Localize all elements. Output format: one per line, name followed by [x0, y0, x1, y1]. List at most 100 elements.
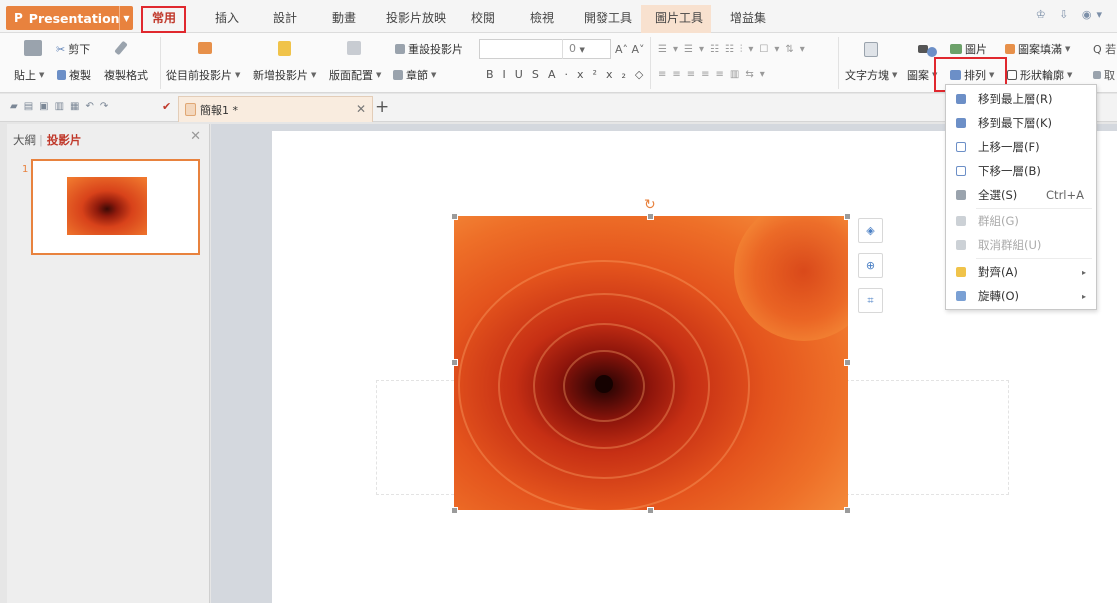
text-box-icon[interactable]	[864, 42, 878, 57]
flower-image[interactable]	[454, 216, 848, 510]
tab-animation[interactable]: 動畫	[332, 9, 356, 26]
tab-insert[interactable]: 插入	[215, 9, 239, 26]
menu-item-send-backward[interactable]: 下移一層(B)	[946, 159, 1096, 183]
format-painter-icon[interactable]	[114, 40, 128, 56]
menu-item-bring-to-front[interactable]: 移到最上層(R)	[946, 87, 1096, 111]
tab-developer[interactable]: 開發工具	[584, 9, 632, 26]
paragraph-align-icons[interactable]: ≡≡≡≡≡▥⇆▾	[658, 69, 771, 80]
section-icon	[393, 70, 403, 80]
zoom-icon[interactable]: ⊕	[858, 253, 883, 278]
paste-icon[interactable]	[24, 40, 42, 56]
tab-slides[interactable]: 投影片	[47, 133, 82, 147]
font-size-input[interactable]: 0 ▼	[562, 39, 610, 59]
menu-item-align[interactable]: 對齊(A) ▸	[946, 260, 1096, 284]
chevron-down-icon: ▼	[235, 71, 241, 79]
presentation-icon: P	[14, 11, 23, 25]
resize-handle-n[interactable]	[647, 213, 654, 220]
tab-slideshow[interactable]: 投影片放映	[386, 9, 446, 26]
paste-label: 貼上	[14, 69, 36, 82]
shape-icon[interactable]	[918, 40, 937, 57]
layers-icon[interactable]: ◈	[858, 218, 883, 243]
menu-item-label: 上移一層(F)	[978, 140, 1040, 154]
from-current-slide-icon[interactable]	[198, 42, 212, 54]
resize-handle-ne[interactable]	[844, 213, 851, 220]
shape-fill-label: 圖案填滿	[1018, 43, 1062, 56]
from-current-slide-button[interactable]: 從目前投影片 ▼	[166, 67, 240, 83]
new-slide-button[interactable]: 新增投影片 ▼	[253, 67, 316, 83]
picture-button[interactable]: 圖片	[950, 41, 987, 57]
chevron-down-icon[interactable]: ▼	[119, 6, 133, 30]
replace-icon	[1093, 71, 1101, 79]
shape-fill-button[interactable]: 圖案填滿 ▼	[1005, 41, 1070, 57]
layout-icon[interactable]	[347, 41, 361, 55]
chevron-down-icon: ▼	[39, 71, 45, 79]
menu-item-select-all[interactable]: 全選(S) Ctrl+A	[946, 183, 1096, 207]
chevron-down-icon: ▼	[579, 46, 585, 54]
new-slide-icon[interactable]	[278, 41, 291, 56]
menu-item-group[interactable]: 群組(G)	[946, 209, 1096, 233]
layout-button[interactable]: 版面配置 ▼	[329, 67, 381, 83]
rotate-handle-icon[interactable]: ↻	[644, 197, 656, 213]
resize-handle-sw[interactable]	[451, 507, 458, 514]
app-menu-button[interactable]: P Presentation ▼	[6, 6, 133, 30]
text-box-button[interactable]: 文字方塊 ▼	[845, 67, 897, 83]
shape-button[interactable]: 圖案 ▼	[907, 67, 937, 83]
picture-icon	[950, 44, 962, 54]
paragraph-list-icons[interactable]: ☰▾☰▾☷☷⫶▾☐▾⇅▾	[658, 44, 811, 55]
tab-view[interactable]: 檢視	[530, 9, 554, 26]
find-button[interactable]: Q 若	[1093, 41, 1116, 57]
resize-handle-nw[interactable]	[451, 213, 458, 220]
chevron-down-icon: ▼	[892, 71, 898, 79]
menu-item-bring-forward[interactable]: 上移一層(F)	[946, 135, 1096, 159]
reset-slide-button[interactable]: 重設投影片	[395, 41, 463, 57]
copy-button[interactable]: 複製	[57, 67, 91, 83]
reset-slide-icon	[395, 44, 405, 54]
menu-item-send-to-back[interactable]: 移到最下層(K)	[946, 111, 1096, 135]
section-button[interactable]: 章節 ▼	[393, 67, 436, 83]
document-tab[interactable]: 簡報1 * ✕	[178, 96, 373, 122]
resize-handle-e[interactable]	[844, 359, 851, 366]
paste-button[interactable]: 貼上 ▼	[14, 67, 44, 83]
copy-icon	[57, 70, 66, 80]
align-icon	[956, 267, 966, 277]
outline-icon	[1007, 70, 1017, 80]
replace-button[interactable]: 取	[1093, 67, 1115, 83]
select-all-icon	[956, 190, 966, 200]
font-grow-shrink-icons[interactable]: A˄ A˅	[615, 43, 645, 56]
font-format-icons[interactable]: BIUSA·x²x₂◇	[486, 68, 652, 81]
send-backward-icon	[956, 166, 966, 176]
cut-button[interactable]: ✂ 剪下	[56, 41, 90, 57]
menu-item-rotate[interactable]: 旋轉(O) ▸	[946, 284, 1096, 308]
shape-outline-button[interactable]: 形狀輪廓 ▼	[1007, 67, 1072, 83]
bring-forward-icon	[956, 142, 966, 152]
resize-handle-s[interactable]	[647, 507, 654, 514]
close-icon[interactable]: ✕	[356, 102, 366, 116]
close-icon[interactable]: ✕	[190, 129, 201, 144]
menu-item-ungroup[interactable]: 取消群組(U)	[946, 233, 1096, 257]
shape-outline-label: 形狀輪廓	[1020, 69, 1064, 82]
shortcut-label: Ctrl+A	[1046, 188, 1084, 202]
app-name: Presentation	[28, 10, 120, 26]
chevron-down-icon: ▼	[376, 71, 382, 79]
new-tab-plus-icon[interactable]: +	[375, 97, 389, 117]
format-painter-button[interactable]: 複製格式	[104, 67, 148, 83]
tab-design[interactable]: 設計	[273, 9, 297, 26]
copy-label: 複製	[69, 69, 91, 82]
tab-outline[interactable]: 大綱	[13, 133, 36, 147]
bring-to-front-icon	[956, 94, 966, 104]
crop-icon[interactable]: ⌗	[858, 288, 883, 313]
check-icon[interactable]: ✔	[162, 100, 171, 113]
resize-handle-w[interactable]	[451, 359, 458, 366]
window-controls-icons[interactable]: ♔ ⇩ ◉▾	[1036, 8, 1107, 21]
tab-picture-tools[interactable]: 圖片工具	[655, 9, 703, 26]
menu-item-label: 取消群組(U)	[978, 238, 1042, 252]
resize-handle-se[interactable]	[844, 507, 851, 514]
layout-label: 版面配置	[329, 69, 373, 82]
font-size-value: 0	[569, 42, 576, 55]
slide-thumbnail[interactable]	[31, 159, 200, 255]
chevron-right-icon: ▸	[1081, 291, 1086, 301]
find-label: Q 若	[1093, 43, 1117, 56]
tab-review[interactable]: 校閱	[471, 9, 495, 26]
tab-addins[interactable]: 增益集	[730, 9, 766, 26]
quick-access-icons[interactable]: ▰▤▣▥▦↶↷	[10, 101, 114, 112]
